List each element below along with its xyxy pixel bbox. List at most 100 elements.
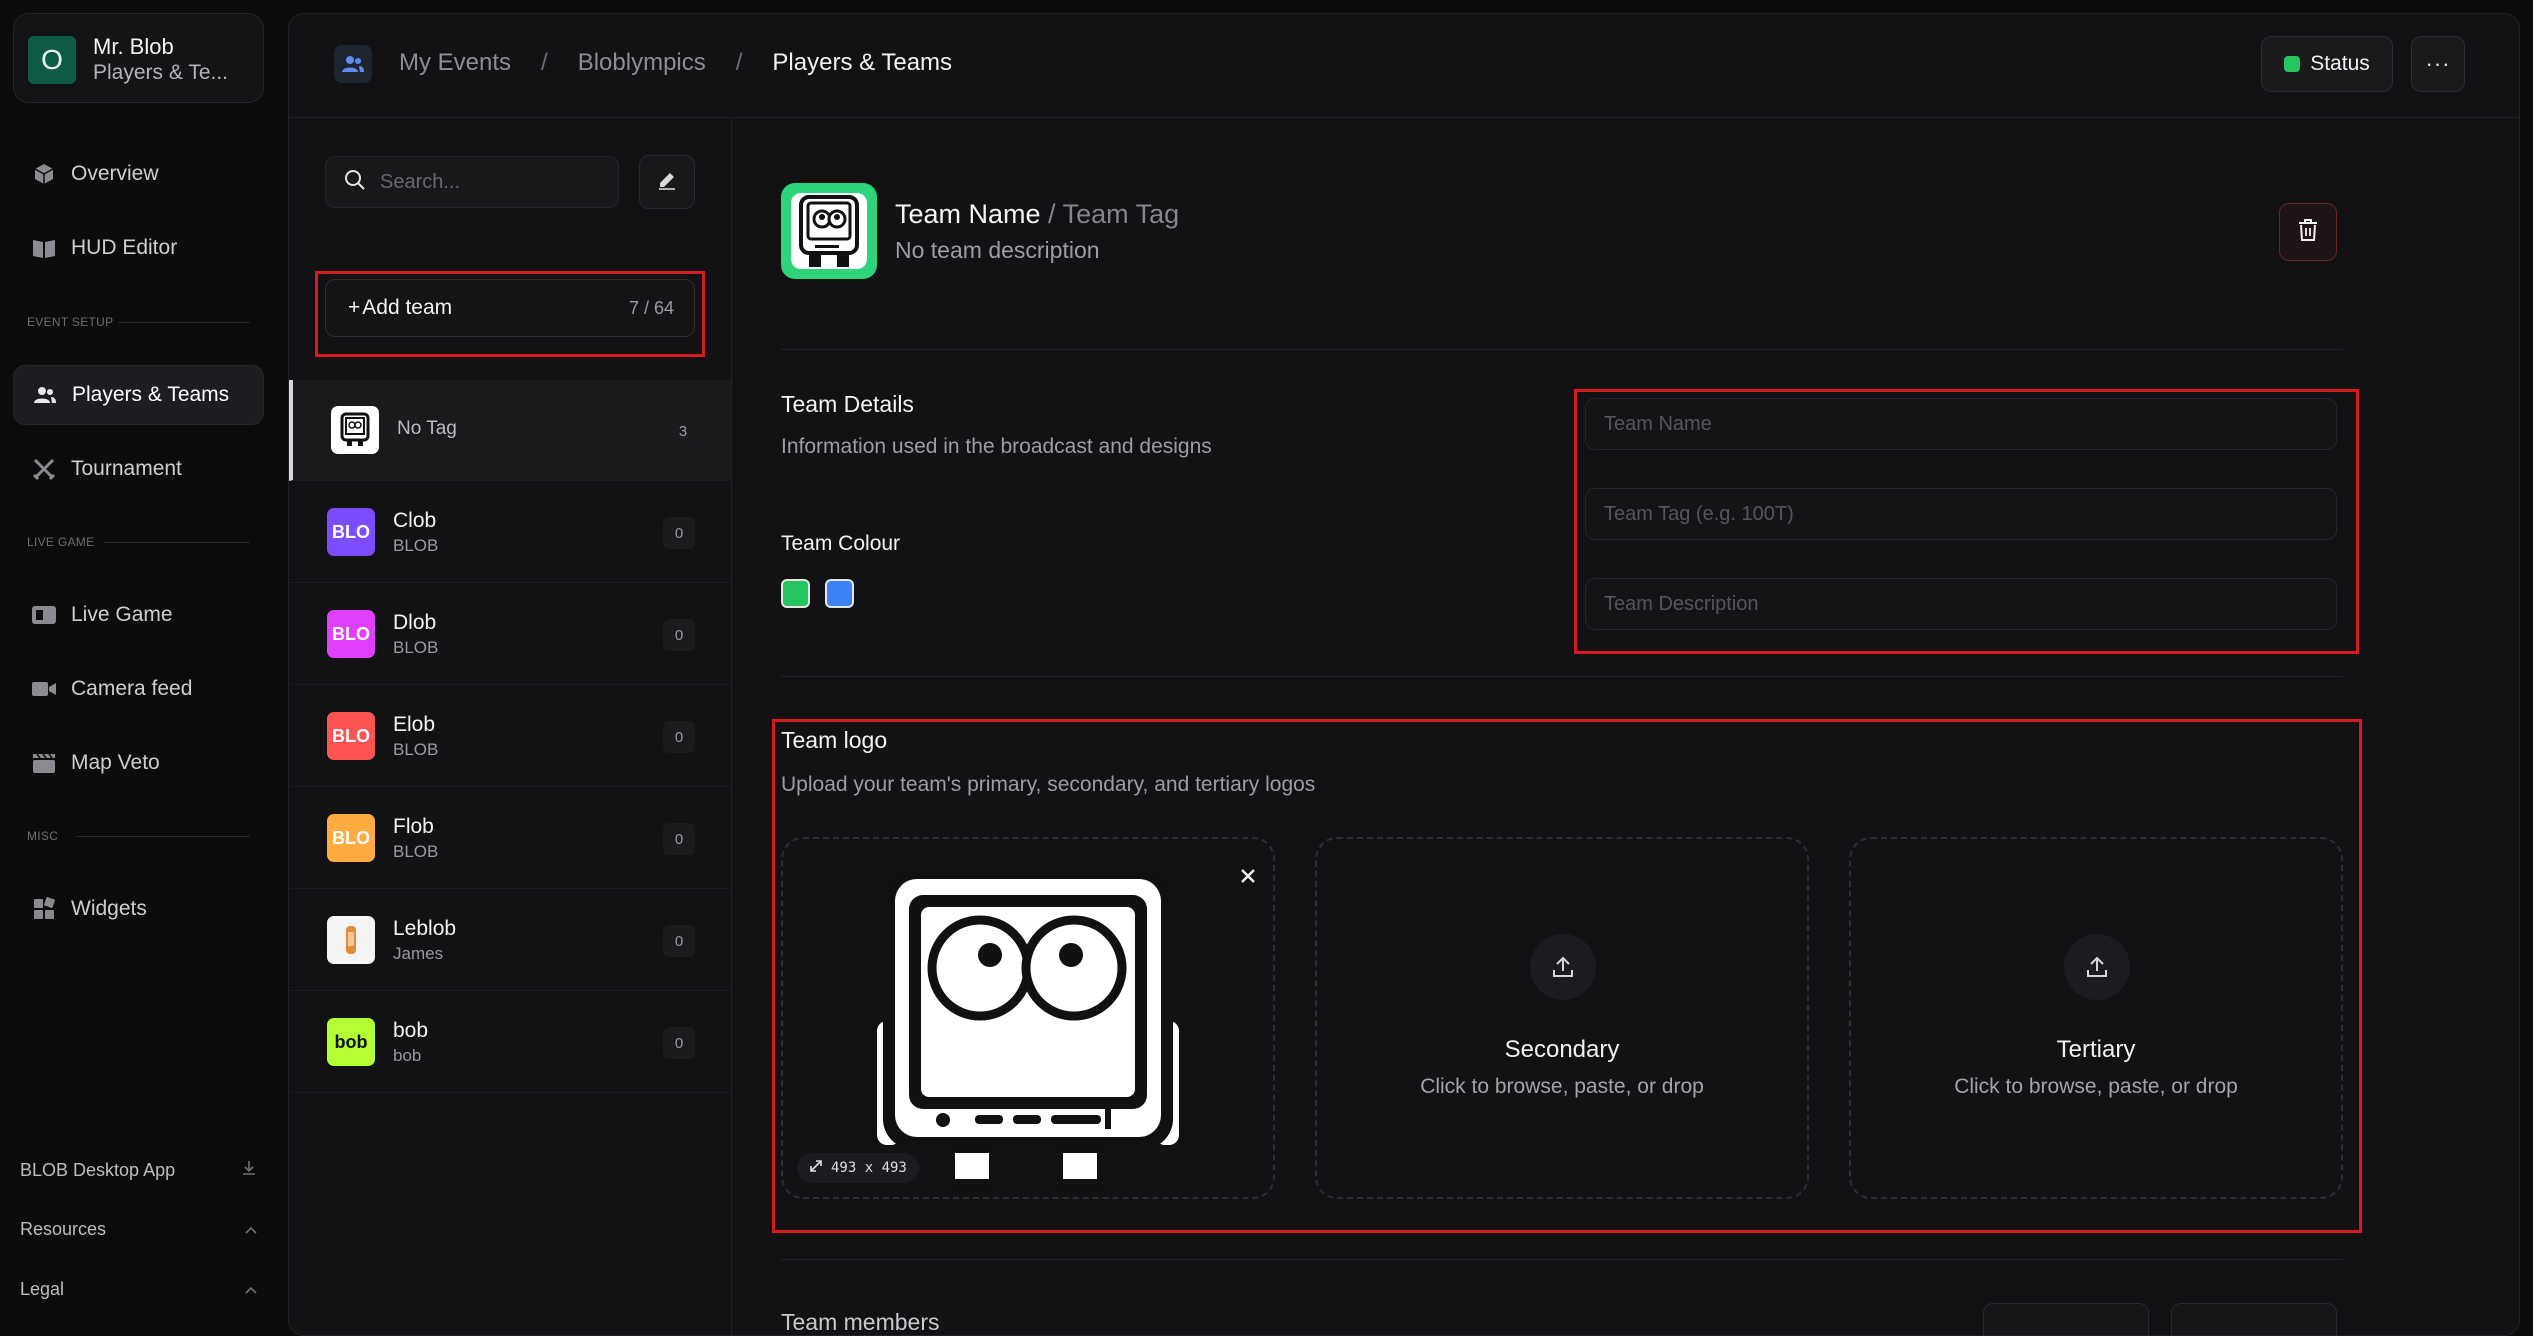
edit-button[interactable]	[639, 155, 695, 209]
team-row[interactable]: BLO Elob BLOB 0	[289, 686, 731, 787]
avatar: O	[28, 36, 76, 84]
team-description-field[interactable]	[1585, 578, 2337, 630]
team-row[interactable]: No Tag 3	[289, 380, 731, 481]
users-icon	[334, 45, 372, 83]
close-icon	[1239, 867, 1257, 890]
team-logo: BLO	[327, 508, 375, 556]
team-row[interactable]: BLO Dlob BLOB 0	[289, 584, 731, 685]
footer-resources[interactable]: Resources	[20, 1219, 258, 1240]
team-row[interactable]: bob bob bob 0	[289, 992, 731, 1093]
footer-legal[interactable]: Legal	[20, 1279, 258, 1300]
chevron-up-icon	[244, 1219, 258, 1240]
section-label-live-game: LIVE GAME	[27, 535, 95, 549]
footer-desktop-app[interactable]: BLOB Desktop App	[20, 1159, 258, 1182]
team-tag: bob	[393, 1046, 422, 1065]
team-logo-large	[781, 183, 877, 279]
add-team-button[interactable]: +Add team 7 / 64	[325, 279, 695, 337]
ellipsis-icon: ···	[2425, 51, 2451, 76]
nav-label: Overview	[71, 162, 159, 185]
team-name-input[interactable]	[1604, 412, 2336, 436]
team-name: bob	[393, 1019, 429, 1042]
nav-item-live-game[interactable]: Live Game	[13, 585, 264, 645]
team-tag: James	[393, 944, 444, 963]
team-name: Dlob	[393, 611, 437, 634]
team-title-tag: / Team Tag	[1040, 199, 1180, 229]
primary-logo-slot[interactable]: 493 x 493	[781, 837, 1275, 1199]
nav-item-camera-feed[interactable]: Camera feed	[13, 659, 264, 719]
team-name: No Tag	[397, 418, 457, 439]
breadcrumb-event[interactable]: Bloblympics	[578, 49, 706, 77]
team-title: Team Name / Team Tag	[895, 199, 1179, 230]
footer-label: Legal	[20, 1279, 65, 1299]
team-members-title: Team members	[781, 1309, 940, 1335]
primary-colour-swatch[interactable]	[781, 579, 810, 608]
video-camera-icon	[31, 676, 57, 702]
status-button[interactable]: Status	[2261, 36, 2393, 92]
search-icon	[344, 169, 366, 196]
team-logo: bob	[327, 1018, 375, 1066]
user-card[interactable]: O Mr. Blob Players & Te...	[13, 13, 264, 103]
divider	[118, 322, 250, 323]
divider	[781, 676, 2343, 677]
delete-team-button[interactable]	[2279, 203, 2337, 261]
live-screen-icon	[31, 602, 57, 628]
breadcrumb-my-events[interactable]: My Events	[399, 49, 511, 77]
search-box[interactable]	[325, 156, 619, 208]
team-count: 7 / 64	[628, 297, 674, 318]
cube-icon	[31, 161, 57, 187]
status-indicator	[2284, 56, 2301, 72]
dimensions-text: 493 x 493	[831, 1160, 907, 1176]
team-description-input[interactable]	[1604, 592, 2336, 616]
upload-icon	[2064, 934, 2130, 1000]
more-options-button[interactable]: ···	[2411, 36, 2465, 92]
team-row[interactable]: Leblob James 0	[289, 890, 731, 991]
team-logo: BLO	[327, 814, 375, 862]
team-name-field[interactable]	[1585, 398, 2337, 450]
team-row[interactable]: BLO Clob BLOB 0	[289, 482, 731, 583]
nav-item-players-teams[interactable]: Players & Teams	[13, 365, 264, 425]
nav-label: Live Game	[71, 603, 173, 626]
divider	[781, 1259, 2343, 1260]
team-logo	[327, 916, 375, 964]
team-tag: BLOB	[393, 536, 439, 555]
nav-item-overview[interactable]: Overview	[13, 144, 264, 204]
breadcrumb-separator: /	[735, 49, 743, 76]
nav-item-tournament[interactable]: Tournament	[13, 439, 264, 499]
nav-label: Map Veto	[71, 751, 160, 774]
upload-icon	[1530, 934, 1596, 1000]
main-panel: My Events / Bloblympics / Players & Team…	[288, 13, 2520, 1336]
members-action-button[interactable]	[2171, 1303, 2337, 1335]
team-tag: BLOB	[393, 740, 439, 759]
book-icon	[31, 235, 57, 261]
nav-label: Tournament	[71, 457, 182, 480]
top-bar: My Events / Bloblympics / Players & Team…	[289, 14, 2519, 118]
nav-item-map-veto[interactable]: Map Veto	[13, 733, 264, 793]
team-name: Clob	[393, 509, 437, 532]
nav-item-widgets[interactable]: Widgets	[13, 879, 264, 939]
members-action-button[interactable]	[1983, 1303, 2149, 1335]
tertiary-hint: Click to browse, paste, or drop	[1954, 1075, 2238, 1098]
secondary-logo-slot[interactable]: Secondary Click to browse, paste, or dro…	[1315, 837, 1809, 1199]
secondary-colour-swatch[interactable]	[825, 579, 854, 608]
team-logo: BLO	[327, 610, 375, 658]
team-tag-input[interactable]	[1604, 502, 2336, 526]
users-icon	[32, 382, 58, 408]
search-input[interactable]	[380, 170, 600, 194]
remove-logo-button[interactable]	[1233, 863, 1263, 893]
nav-label: Camera feed	[71, 677, 193, 700]
tertiary-logo-slot[interactable]: Tertiary Click to browse, paste, or drop	[1849, 837, 2343, 1199]
trash-icon	[2297, 218, 2319, 247]
nav-item-hud-editor[interactable]: HUD Editor	[13, 218, 264, 278]
section-label-event-setup: EVENT SETUP	[27, 315, 114, 329]
team-row[interactable]: BLO Flob BLOB 0	[289, 788, 731, 889]
breadcrumb-separator: /	[541, 49, 548, 76]
team-tag-field[interactable]	[1585, 488, 2337, 540]
team-tag: BLOB	[393, 842, 439, 861]
divider	[781, 349, 2343, 350]
breadcrumb-current: Players & Teams	[772, 49, 953, 76]
team-details-subtitle: Information used in the broadcast and de…	[781, 435, 1212, 458]
nav-label: Players & Teams	[72, 383, 230, 406]
team-description: No team description	[895, 237, 1100, 263]
status-label: Status	[2310, 52, 2370, 75]
nav-label: HUD Editor	[71, 236, 178, 259]
